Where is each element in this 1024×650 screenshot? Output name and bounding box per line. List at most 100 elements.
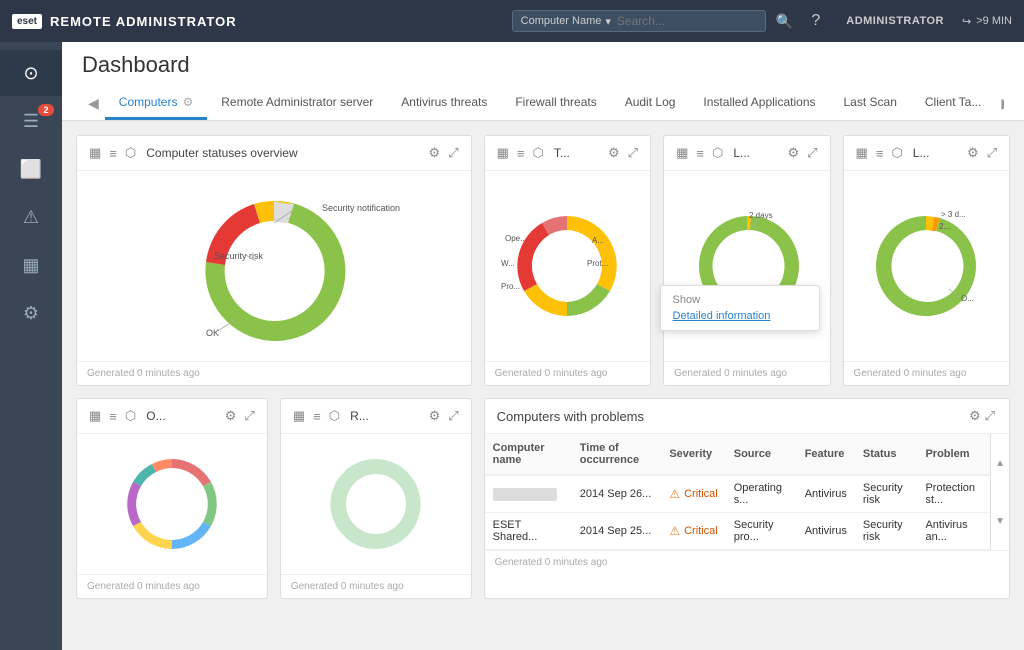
cell-computer: ESET Shared...: [485, 513, 572, 550]
eset-logo-text: eset: [12, 14, 42, 29]
expand-icon-t3[interactable]: ⤢: [985, 144, 999, 162]
cell-problem: Antivirus an...: [917, 513, 990, 550]
chevron-down-icon: ▾: [605, 15, 611, 28]
svg-text:Pro...: Pro...: [501, 282, 520, 291]
bar-chart-icon-b1[interactable]: ▦: [87, 407, 103, 425]
search-icon[interactable]: 🔍: [776, 13, 793, 30]
bar-chart-icon-t1[interactable]: ▦: [495, 144, 511, 162]
problems-header: Computers with problems ⚙ ⤢: [485, 399, 1009, 434]
expand-icon-b1[interactable]: ⤢: [242, 407, 256, 425]
settings-icon-b1[interactable]: ⚙: [223, 407, 239, 425]
scroll-up-button[interactable]: ▲: [991, 434, 1009, 492]
sidebar-item-computers[interactable]: ⬜: [0, 146, 62, 192]
data-icon[interactable]: ⬡: [123, 144, 138, 162]
list-icon-b2[interactable]: ≡: [311, 408, 323, 425]
tab-antivirus[interactable]: Antivirus threats: [387, 86, 501, 120]
widget-header-t1: ▦ ≡ ⬡ T... ⚙ ⤢: [485, 136, 650, 171]
table-scrollbar: ▲ ▼: [990, 434, 1009, 550]
settings-icon-b2[interactable]: ⚙: [427, 407, 443, 425]
svg-text:Ope...: Ope...: [505, 234, 527, 243]
list-icon-b1[interactable]: ≡: [107, 408, 119, 425]
svg-text:Security risk: Security risk: [214, 251, 264, 261]
reports-icon: ▦: [22, 255, 39, 276]
col-status: Status: [855, 434, 918, 475]
sidebar-item-reports[interactable]: ▦: [0, 242, 62, 288]
widget-threats1: ▦ ≡ ⬡ T... ⚙ ⤢: [484, 135, 651, 386]
widget-footer-statuses: Generated 0 minutes ago: [77, 361, 471, 385]
tab-gear-icon[interactable]: ⚙: [182, 95, 193, 109]
tab-computers[interactable]: Computers ⚙: [105, 86, 207, 120]
widget-body-b1: [77, 434, 267, 574]
list-icon-t2[interactable]: ≡: [694, 145, 706, 162]
bar-chart-icon-t2[interactable]: ▦: [674, 144, 690, 162]
widget-header-t3: ▦ ≡ ⬡ L... ⚙ ⤢: [844, 136, 1009, 171]
tab-scroll-left[interactable]: ◀: [82, 86, 105, 120]
settings-icon-t3[interactable]: ⚙: [965, 144, 981, 162]
cell-source: Operating s...: [726, 475, 797, 513]
sidebar-item-dashboard[interactable]: ⊙: [0, 50, 62, 96]
data-icon-b2[interactable]: ⬡: [327, 407, 342, 425]
detailed-info-link[interactable]: Detailed information: [673, 310, 807, 322]
search-input[interactable]: [617, 14, 757, 28]
cell-status: Security risk: [855, 475, 918, 513]
sidebar-item-notifications[interactable]: ☰ 2: [0, 98, 62, 144]
col-severity: Severity: [661, 434, 725, 475]
svg-text:2...: 2...: [939, 222, 950, 231]
svg-text:W...: W...: [501, 259, 515, 268]
widget-header-b2: ▦ ≡ ⬡ R... ⚙ ⤢: [281, 399, 471, 434]
svg-text:Security notification: Security notification: [322, 203, 400, 213]
svg-text:A...: A...: [592, 236, 604, 245]
settings-icon-t1[interactable]: ⚙: [606, 144, 622, 162]
table-row[interactable]: ESET Shared... 2014 Sep 25... ⚠ Critical: [485, 513, 990, 550]
severity-badge: ⚠ Critical: [669, 524, 717, 538]
table-row[interactable]: ████████ 2014 Sep 26... ⚠ Critical: [485, 475, 990, 513]
expand-icon-b2[interactable]: ⤢: [446, 407, 460, 425]
logout-icon: ↪: [962, 15, 971, 28]
expand-icon-t2[interactable]: ⤢: [805, 144, 819, 162]
bar-chart-icon-b2[interactable]: ▦: [291, 407, 307, 425]
app-logo: eset REMOTE ADMINISTRATOR: [12, 14, 237, 29]
tab-installed[interactable]: Installed Applications: [689, 86, 829, 120]
page-header: Dashboard ◀ Computers ⚙ Remote Administr…: [62, 42, 1024, 121]
widget-body-t2: 2 days Show Detailed information: [664, 171, 829, 361]
widget-footer-t3: Generated 0 minutes ago: [844, 361, 1009, 385]
scroll-down-button[interactable]: ▼: [991, 492, 1009, 550]
data-icon-t2[interactable]: ⬡: [710, 144, 725, 162]
page-title: Dashboard: [82, 52, 1004, 78]
expand-icon-t1[interactable]: ⤢: [626, 144, 640, 162]
widget-header-statuses: ▦ ≡ ⬡ Computer statuses overview ⚙ ⤢: [77, 136, 471, 171]
sidebar-item-alerts[interactable]: ⚠: [0, 194, 62, 240]
user-label: ADMINISTRATOR: [838, 15, 952, 27]
tab-lastscan[interactable]: Last Scan: [830, 86, 911, 120]
list-icon-t3[interactable]: ≡: [874, 145, 886, 162]
data-icon-t3[interactable]: ⬡: [889, 144, 904, 162]
tabs-bar: ◀ Computers ⚙ Remote Administrator serve…: [82, 86, 1004, 120]
expand-icon[interactable]: ⤢: [446, 144, 460, 162]
help-button[interactable]: ?: [803, 12, 828, 30]
settings-icon-t2[interactable]: ⚙: [785, 144, 801, 162]
tab-clienttask[interactable]: Client Ta...: [911, 86, 995, 120]
cell-severity: ⚠ Critical: [661, 513, 725, 550]
cell-computer: ████████: [485, 475, 572, 513]
widget-footer-b2: Generated 0 minutes ago: [281, 574, 471, 598]
session-info[interactable]: ↪ >9 MIN: [962, 15, 1012, 28]
settings-icon-problems[interactable]: ⚙: [967, 407, 983, 425]
list-icon-t1[interactable]: ≡: [515, 145, 527, 162]
bar-chart-icon-t3[interactable]: ▦: [854, 144, 870, 162]
bar-chart-icon[interactable]: ▦: [87, 144, 103, 162]
list-icon[interactable]: ≡: [107, 145, 119, 162]
expand-icon-problems[interactable]: ⤢: [983, 407, 997, 425]
data-icon-b1[interactable]: ⬡: [123, 407, 138, 425]
search-dropdown[interactable]: Computer Name ▾: [521, 15, 611, 28]
tab-audit[interactable]: Audit Log: [611, 86, 690, 120]
data-icon-t1[interactable]: ⬡: [531, 144, 546, 162]
settings-icon[interactable]: ⚙: [427, 144, 443, 162]
dashboard-icon: ⊙: [23, 63, 38, 84]
cell-problem: Protection st...: [917, 475, 990, 513]
cell-feature: Antivirus: [797, 513, 855, 550]
tab-scroll-right[interactable]: ▶: [995, 86, 1004, 120]
sidebar-item-tools[interactable]: ⚙: [0, 290, 62, 336]
svg-text:OK: OK: [206, 328, 219, 338]
tab-remote-admin[interactable]: Remote Administrator server: [207, 86, 387, 120]
tab-firewall[interactable]: Firewall threats: [501, 86, 610, 120]
